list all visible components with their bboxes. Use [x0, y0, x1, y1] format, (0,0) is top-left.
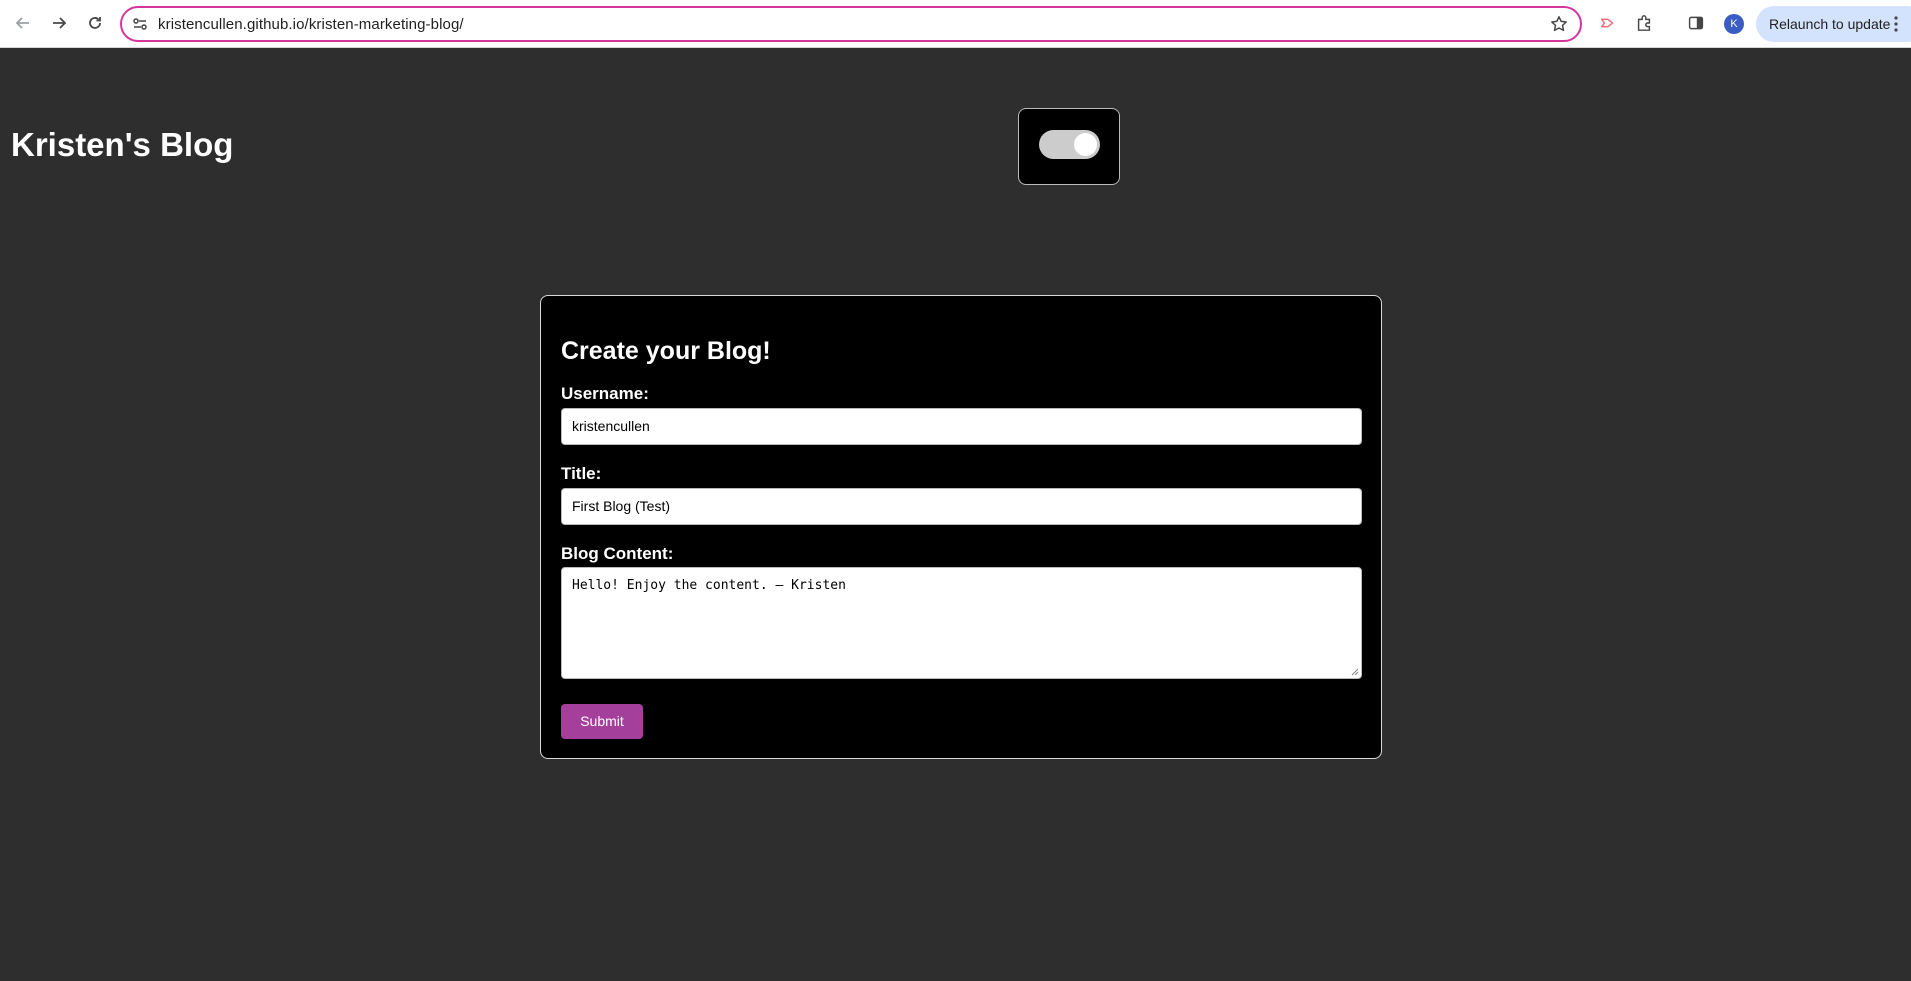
url-text[interactable]: kristencullen.github.io/kristen-marketin…: [158, 16, 464, 33]
resize-grip-icon[interactable]: [1351, 668, 1359, 676]
side-panel-icon[interactable]: [1686, 13, 1706, 33]
more-menu-icon[interactable]: [1894, 16, 1898, 32]
arrow-right-icon: [53, 17, 67, 29]
title-input[interactable]: First Blog (Test): [561, 488, 1362, 525]
theme-toggle-container: [1018, 108, 1120, 185]
toggle-knob: [1074, 133, 1097, 156]
cast-arrow-icon[interactable]: [1598, 13, 1618, 33]
bookmark-star-icon[interactable]: [1550, 15, 1568, 33]
username-label: Username:: [561, 384, 649, 403]
extensions-puzzle-icon[interactable]: [1634, 13, 1654, 33]
relaunch-button[interactable]: Relaunch to update: [1756, 6, 1911, 42]
forward-button[interactable]: [48, 12, 70, 34]
browser-toolbar: kristencullen.github.io/kristen-marketin…: [0, 0, 1911, 48]
blog-content-textarea[interactable]: Hello! Enjoy the content. – Kristen: [561, 567, 1362, 679]
form-heading: Create your Blog!: [561, 337, 771, 365]
username-input[interactable]: kristencullen: [561, 408, 1362, 445]
address-bar[interactable]: kristencullen.github.io/kristen-marketin…: [120, 6, 1582, 42]
content-label: Blog Content:: [561, 544, 674, 563]
arrow-left-icon: [15, 17, 29, 29]
site-settings-icon[interactable]: [132, 16, 148, 32]
back-button[interactable]: [12, 12, 34, 34]
theme-toggle[interactable]: [1039, 130, 1100, 159]
profile-avatar[interactable]: K: [1724, 14, 1744, 34]
site-title: Kristen's Blog: [11, 126, 234, 163]
blog-form-card: Create your Blog! Username: kristenculle…: [540, 295, 1382, 759]
reload-button[interactable]: [84, 12, 106, 34]
submit-button[interactable]: Submit: [561, 704, 643, 739]
reload-icon: [89, 17, 101, 29]
title-label: Title:: [561, 464, 602, 483]
blog-content-text: Hello! Enjoy the content. – Kristen: [572, 578, 846, 593]
